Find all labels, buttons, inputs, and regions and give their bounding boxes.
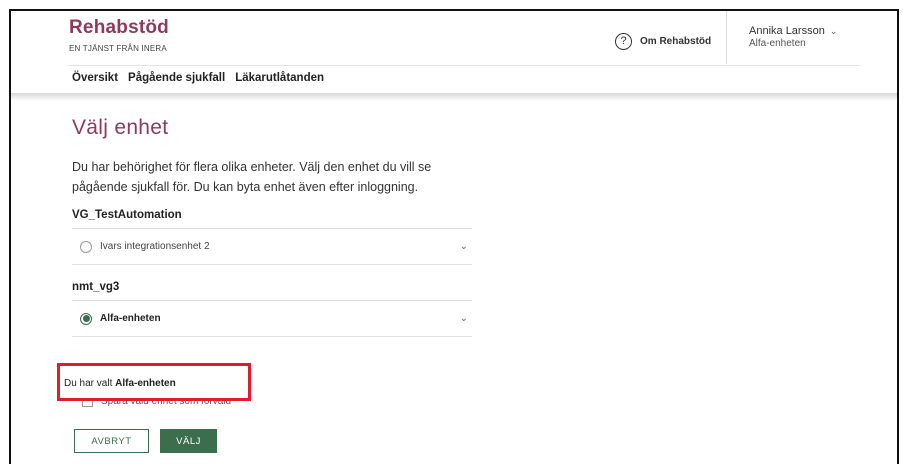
radio-icon[interactable] — [80, 312, 92, 325]
main-content: Välj enhet Du har behörighet för flera o… — [72, 116, 472, 337]
user-unit: Alfa-enheten — [749, 38, 806, 49]
user-menu[interactable]: Annika Larsson ⌄ Alfa-enheten — [749, 25, 837, 49]
status-prefix: Du har valt — [64, 378, 116, 389]
help-circle-icon: ? — [615, 33, 632, 50]
chevron-down-icon[interactable]: ⌄ — [460, 313, 468, 324]
header: Rehabstöd EN TJÄNST FRÅN INERA ? Om Reha… — [11, 11, 897, 101]
about-label: Om Rehabstöd — [640, 36, 712, 47]
selected-unit-status: Du har valt Alfa-enheten — [57, 363, 251, 401]
app-window: Rehabstöd EN TJÄNST FRÅN INERA ? Om Reha… — [9, 9, 899, 464]
nav-item-oversikt[interactable]: Översikt — [72, 72, 118, 84]
page-title: Välj enhet — [72, 116, 169, 139]
unit-option-label: Ivars integrationsenhet 2 — [100, 241, 210, 252]
brand[interactable]: Rehabstöd EN TJÄNST FRÅN INERA — [69, 17, 169, 53]
about-link[interactable]: ? Om Rehabstöd — [615, 33, 711, 50]
group-label: VG_TestAutomation — [72, 209, 182, 221]
nav-item-pagaende-sjukfall[interactable]: Pågående sjukfall — [128, 72, 225, 84]
main-nav: Översikt Pågående sjukfall Läkarutlåtand… — [72, 72, 324, 84]
group-label: nmt_vg3 — [72, 281, 120, 293]
unit-option-row[interactable]: Ivars integrationsenhet 2 ⌄ — [72, 228, 472, 265]
header-shadow — [11, 93, 897, 101]
nav-item-lakarutlatanden[interactable]: Läkarutlåtanden — [235, 72, 324, 84]
unit-option-row[interactable]: Alfa-enheten ⌄ — [72, 300, 472, 337]
unit-option-label: Alfa-enheten — [100, 313, 161, 324]
brand-subtitle: EN TJÄNST FRÅN INERA — [69, 44, 167, 53]
cancel-button[interactable]: AVBRYT — [74, 429, 149, 453]
radio-icon[interactable] — [80, 240, 92, 253]
header-divider-line — [69, 65, 859, 66]
user-name-row: Annika Larsson ⌄ — [749, 25, 837, 37]
chevron-down-icon[interactable]: ⌄ — [460, 241, 468, 252]
select-button[interactable]: VÄLJ — [160, 429, 217, 453]
action-buttons: AVBRYT VÄLJ — [74, 429, 217, 453]
brand-title[interactable]: Rehabstöd — [69, 17, 169, 39]
header-divider — [726, 11, 727, 64]
unit-option: Ivars integrationsenhet 2 — [80, 240, 210, 253]
unit-option: Alfa-enheten — [80, 312, 161, 325]
chevron-down-icon: ⌄ — [829, 25, 838, 36]
intro-text: Du har behörighet för flera olika enhete… — [72, 160, 432, 194]
status-unit: Alfa-enheten — [115, 378, 176, 389]
user-name: Annika Larsson — [749, 25, 825, 37]
